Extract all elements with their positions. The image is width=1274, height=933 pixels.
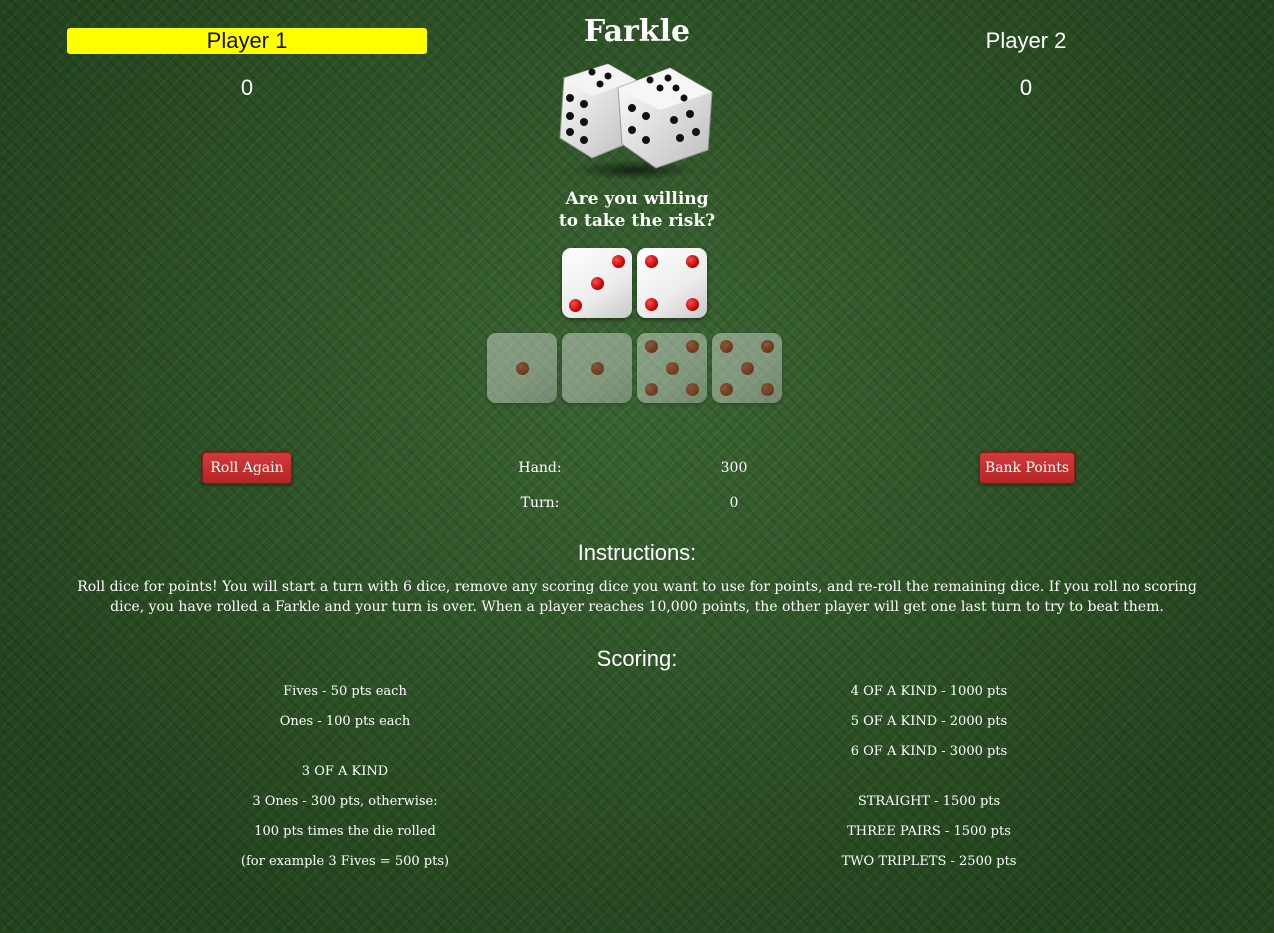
scoring-rule-right: 4 OF A KIND - 1000 pts xyxy=(850,684,1008,699)
bank-points-button[interactable]: Bank Points xyxy=(979,452,1075,484)
roll-again-button[interactable]: Roll Again xyxy=(202,452,292,484)
scoring-rule-right: STRAIGHT - 1500 pts xyxy=(857,794,1001,809)
scoring-rule-left: Ones - 100 pts each xyxy=(279,714,411,729)
scoring-rule-left: (for example 3 Fives = 500 pts) xyxy=(240,854,450,869)
game-title: Farkle xyxy=(583,14,691,49)
scoring-rule-right: TWO TRIPLETS - 2500 pts xyxy=(841,854,1017,869)
held-die-3[interactable] xyxy=(637,333,707,403)
hand-value: 300 xyxy=(720,460,748,476)
tagline: Are you willing to take the risk? xyxy=(487,188,787,232)
turn-value: 0 xyxy=(729,495,739,511)
scoring-rule-right: 5 OF A KIND - 2000 pts xyxy=(850,714,1008,729)
scoring-rule-left: Fives - 50 pts each xyxy=(283,684,407,699)
scoring-rule-left: 3 Ones - 300 pts, otherwise: xyxy=(252,794,438,809)
scoring-rule-left: 100 pts times the die rolled xyxy=(254,824,436,839)
scoring-title: Scoring: xyxy=(596,646,678,671)
tagline-line-2: to take the risk? xyxy=(558,211,716,231)
tagline-line-1: Are you willing xyxy=(565,189,709,209)
rolled-die-2[interactable] xyxy=(637,248,707,318)
player-2-name: Player 2 xyxy=(985,28,1067,53)
scoring-rule-right: THREE PAIRS - 1500 pts xyxy=(847,824,1011,839)
held-die-1[interactable] xyxy=(487,333,557,403)
turn-label: Turn: xyxy=(520,495,560,511)
scoring-rule-left: 3 OF A KIND xyxy=(301,764,389,779)
rolled-die-1[interactable] xyxy=(562,248,632,318)
dice-logo-icon xyxy=(559,63,713,180)
held-die-2[interactable] xyxy=(562,333,632,403)
player-1-name: Player 1 xyxy=(67,28,427,54)
scoring-rule-right: 6 OF A KIND - 3000 pts xyxy=(850,744,1008,759)
player-1-score: 0 xyxy=(240,75,254,100)
hand-label: Hand: xyxy=(518,460,562,476)
player-2-score: 0 xyxy=(1019,75,1033,100)
instructions-title: Instructions: xyxy=(577,540,697,565)
held-die-4[interactable] xyxy=(712,333,782,403)
instructions-text: Roll dice for points! You will start a t… xyxy=(77,579,1197,615)
